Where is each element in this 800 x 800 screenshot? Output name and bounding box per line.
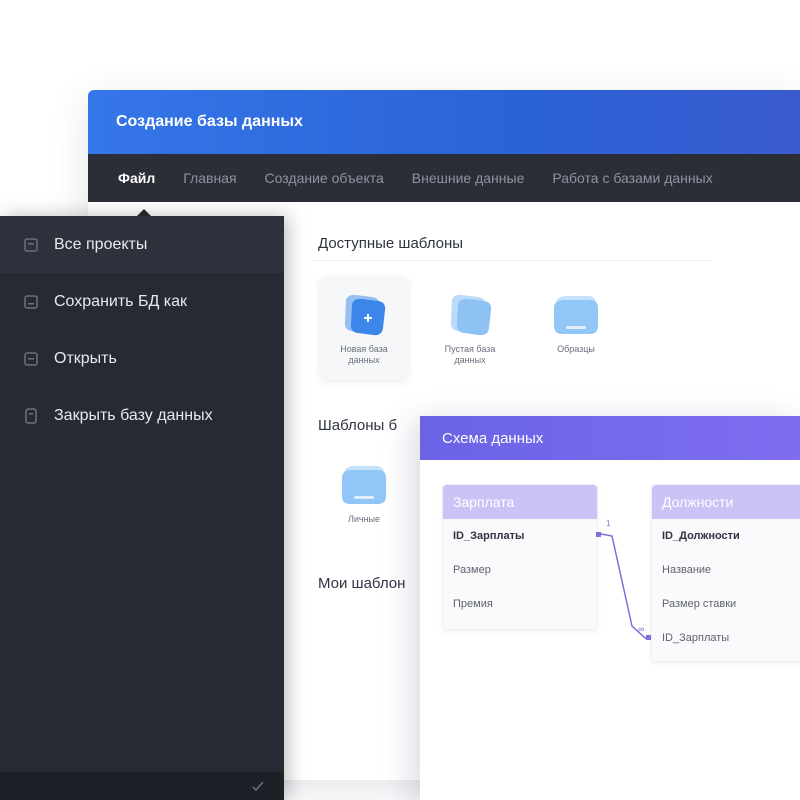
window-title: Создание базы данных <box>116 113 303 130</box>
schema-title: Схема данных <box>442 429 544 447</box>
template-label: Пустая база данных <box>444 344 496 365</box>
table-header: Должности <box>652 485 800 519</box>
folder-icon <box>24 237 38 252</box>
template-samples[interactable]: Образцы <box>532 276 620 380</box>
file-menu-label: Открыть <box>54 349 117 367</box>
close-db-icon <box>25 407 37 424</box>
schema-window: Схема данных Зарплата ID_Зарплаты Размер… <box>420 416 800 800</box>
section-divider <box>312 260 712 261</box>
screen: Создание базы данных Файл Главная Создан… <box>0 0 800 800</box>
open-icon <box>24 351 38 366</box>
title-bar: Создание базы данных <box>88 90 800 154</box>
tab-home[interactable]: Главная <box>183 170 236 186</box>
menu-bar: Файл Главная Создание объекта Внешние да… <box>88 154 800 202</box>
table-field[interactable]: Название <box>652 553 800 587</box>
file-menu-close-db[interactable]: Закрыть базу данных <box>0 387 284 444</box>
file-menu-footer <box>0 772 284 800</box>
file-menu: Все проекты Сохранить БД как Открыть Зак… <box>0 216 284 800</box>
table-field-pk[interactable]: ID_Должности <box>652 519 800 553</box>
file-menu-pointer <box>137 209 151 216</box>
personal-icon <box>342 466 386 504</box>
blank-db-icon <box>450 294 492 336</box>
table-field[interactable]: ID_Зарплаты <box>652 621 800 655</box>
tab-database-tools[interactable]: Работа с базами данных <box>552 170 712 186</box>
table-header: Зарплата <box>443 485 597 519</box>
template-new-db[interactable]: Новая база данных <box>320 276 408 380</box>
check-icon[interactable] <box>252 780 264 792</box>
template-label: Личные <box>347 514 381 524</box>
new-db-icon <box>344 294 386 336</box>
relation-many-label: ∞ <box>638 624 644 634</box>
samples-icon <box>554 296 598 334</box>
table-name: Зарплата <box>453 494 515 510</box>
template-label: Новая база данных <box>340 344 388 365</box>
schema-header: Схема данных <box>420 416 800 460</box>
table-field[interactable]: Премия <box>443 587 597 621</box>
db-templates-title: Шаблоны б <box>318 417 398 434</box>
template-blank-db[interactable]: Пустая база данных <box>426 276 514 380</box>
relation-one-label: 1 <box>606 519 611 528</box>
file-menu-open[interactable]: Открыть <box>0 330 284 387</box>
file-menu-label: Все проекты <box>54 235 148 253</box>
table-salary[interactable]: Зарплата ID_Зарплаты Размер Премия <box>442 484 598 630</box>
file-menu-all-projects[interactable]: Все проекты <box>0 216 284 273</box>
template-label: Образцы <box>557 344 595 354</box>
table-positions[interactable]: Должности ID_Должности Название Размер с… <box>651 484 800 662</box>
table-field-pk[interactable]: ID_Зарплаты <box>443 519 597 553</box>
table-name: Должности <box>662 494 734 510</box>
my-templates-title: Мои шаблон <box>318 575 406 592</box>
tab-external-data[interactable]: Внешние данные <box>412 170 525 186</box>
table-field[interactable]: Размер <box>443 553 597 587</box>
save-icon <box>24 294 38 309</box>
file-menu-save-as[interactable]: Сохранить БД как <box>0 273 284 330</box>
available-templates-title: Доступные шаблоны <box>318 235 464 252</box>
file-menu-label: Закрыть базу данных <box>54 406 213 424</box>
tab-file[interactable]: Файл <box>118 170 155 186</box>
table-field[interactable]: Размер ставки <box>652 587 800 621</box>
template-personal[interactable]: Личные <box>320 446 408 550</box>
tab-create[interactable]: Создание объекта <box>265 170 384 186</box>
file-menu-label: Сохранить БД как <box>54 292 187 310</box>
